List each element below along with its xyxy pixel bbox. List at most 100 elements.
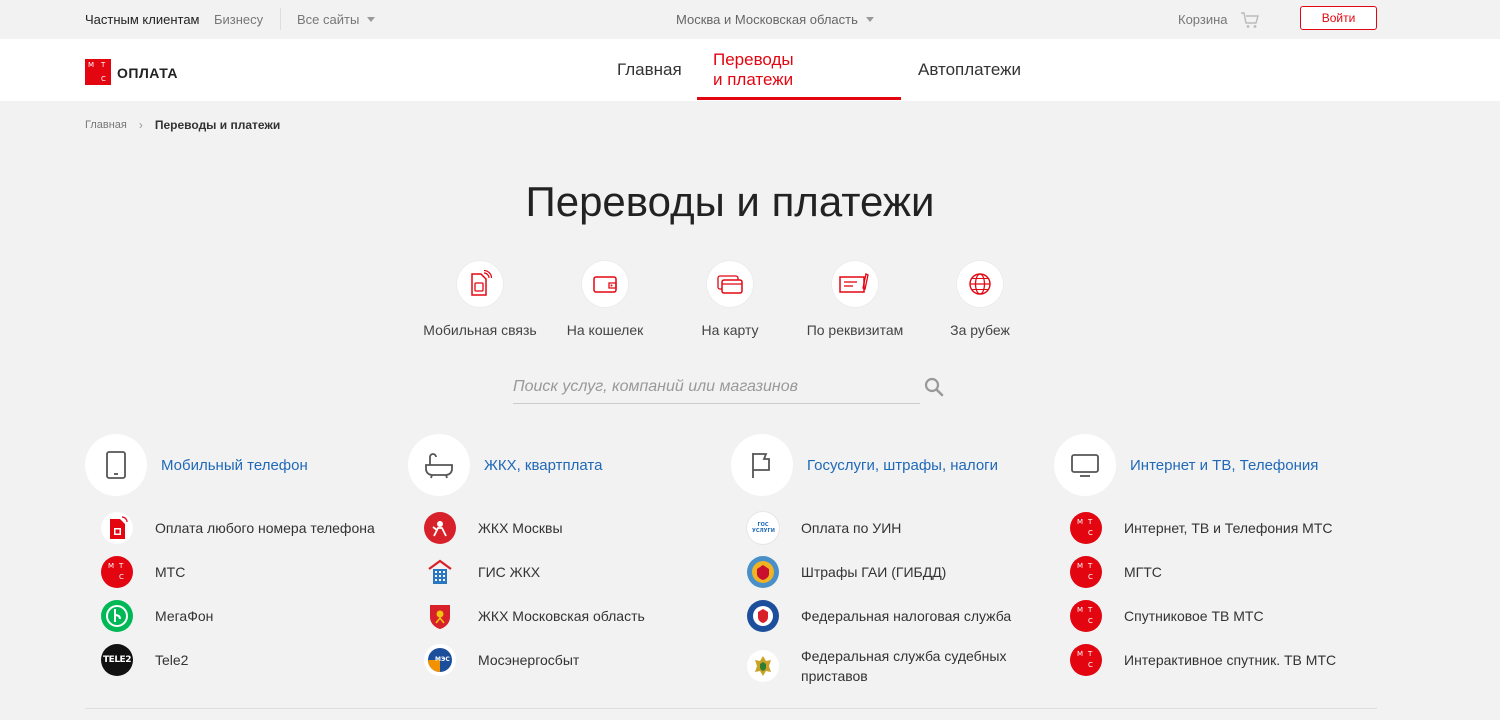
- logo-letter: С: [1088, 573, 1093, 581]
- list-item-label: ЖКХ Московская область: [478, 608, 645, 624]
- search-icon[interactable]: [924, 377, 944, 397]
- nav-item-autopay[interactable]: Автоплатежи: [918, 39, 1021, 101]
- gosuslugi-logo-icon: ГОС УСЛУГИ: [747, 512, 779, 544]
- tele2-logo-text: TELE2: [103, 655, 131, 665]
- category-title: Интернет и ТВ, Телефония: [1130, 456, 1319, 474]
- list-item-label: Интерактивное спутник. ТВ МТС: [1124, 652, 1337, 668]
- region-dropdown[interactable]: Москва и Московская область: [676, 0, 874, 39]
- all-sites-label: Все сайты: [297, 12, 360, 27]
- quick-action-abroad[interactable]: За рубеж: [910, 261, 1050, 338]
- quick-action-circle: [957, 261, 1003, 307]
- list-item[interactable]: Оплата любого номера телефона: [85, 506, 405, 550]
- category-header[interactable]: Мобильный телефон: [85, 434, 405, 496]
- mo-coat-icon: [424, 600, 456, 632]
- logo-letter: М: [1077, 518, 1084, 526]
- login-button[interactable]: Войти: [1300, 6, 1377, 30]
- sim-logo-icon: [101, 512, 133, 544]
- category-header[interactable]: Госуслуги, штрафы, налоги: [731, 434, 1051, 496]
- page-title: Переводы и платежи: [525, 178, 935, 225]
- private-clients-link[interactable]: Частным клиентам: [85, 0, 200, 39]
- logo-letter: М: [88, 61, 95, 69]
- list-item-label: Штрафы ГАИ (ГИБДД): [801, 564, 947, 580]
- region-label: Москва и Московская область: [676, 12, 858, 27]
- logo-letter: С: [1088, 529, 1093, 537]
- all-sites-dropdown[interactable]: Все сайты: [297, 0, 376, 39]
- nav-item-home[interactable]: Главная: [617, 39, 682, 101]
- list-item[interactable]: ЖКХ Московская область: [408, 594, 728, 638]
- list-item[interactable]: М Т С Интерактивное спутник. ТВ МТС: [1054, 638, 1374, 682]
- quick-action-circle: [832, 261, 878, 307]
- logo-letter: Т: [119, 562, 124, 570]
- list-item-label: Tele2: [155, 652, 189, 668]
- gibdd-logo-icon: [747, 556, 779, 588]
- bathtub-icon: [425, 453, 453, 479]
- category-header[interactable]: Интернет и ТВ, Телефония: [1054, 434, 1374, 496]
- logo-letter: Т: [1088, 650, 1093, 658]
- list-item[interactable]: Федеральная служба судебных приставов: [731, 638, 1051, 694]
- list-item[interactable]: МегаФон: [85, 594, 405, 638]
- quick-action-card[interactable]: На карту: [660, 261, 800, 338]
- quick-action-wallet[interactable]: На кошелек: [535, 261, 675, 338]
- list-item[interactable]: ГИС ЖКХ: [408, 550, 728, 594]
- sim-card-icon: [471, 270, 493, 296]
- list-item[interactable]: Штрафы ГАИ (ГИБДД): [731, 550, 1051, 594]
- card-icon: [717, 275, 743, 294]
- cart-link[interactable]: Корзина: [1178, 0, 1260, 39]
- nav-item-transfers[interactable]: Переводы и платежи: [713, 39, 794, 101]
- cart-label: Корзина: [1178, 12, 1228, 27]
- logo-letter: М: [1077, 562, 1084, 570]
- category-utilities: ЖКХ, квартплата ЖКХ Москвы ГИС ЖКХ ЖКХ М…: [408, 434, 728, 682]
- mts-logo-icon: М Т С: [1070, 512, 1102, 544]
- list-item-label: ГИС ЖКХ: [478, 564, 541, 580]
- category-title: Госуслуги, штрафы, налоги: [807, 456, 999, 474]
- list-item[interactable]: МЭС Мосэнергосбыт: [408, 638, 728, 682]
- list-item[interactable]: ЖКХ Москвы: [408, 506, 728, 550]
- category-title: Мобильный телефон: [161, 456, 308, 474]
- breadcrumb-home[interactable]: Главная: [85, 119, 127, 131]
- chevron-down-icon: [865, 17, 874, 22]
- mts-logo-icon: М Т С: [1070, 556, 1102, 588]
- list-item-label: Федеральная налоговая служба: [801, 608, 1012, 624]
- logo-letter: М: [1077, 650, 1084, 658]
- quick-action-circle: [707, 261, 753, 307]
- list-item[interactable]: Федеральная налоговая служба: [731, 594, 1051, 638]
- mosenergo-logo-text: МЭС: [435, 656, 450, 663]
- list-item[interactable]: М Т С МТС: [85, 550, 405, 594]
- quick-action-label: По реквизитам: [806, 322, 904, 338]
- list-item-label: Мосэнергосбыт: [478, 652, 580, 668]
- quick-action-mobile[interactable]: Мобильная связь: [410, 261, 550, 338]
- list-item[interactable]: М Т С Спутниковое ТВ МТС: [1054, 594, 1374, 638]
- cart-icon: [1240, 11, 1259, 28]
- mts-logo-icon: М Т С: [101, 556, 133, 588]
- category-icon-circle: [1054, 434, 1116, 496]
- list-item[interactable]: TELE2 Tele2: [85, 638, 405, 682]
- wallet-icon: [593, 276, 617, 293]
- business-link[interactable]: Бизнесу: [214, 0, 263, 39]
- requisites-icon: [839, 273, 869, 293]
- logo-letter: М: [1077, 606, 1084, 614]
- flag-icon: [752, 453, 770, 478]
- category-icon-circle: [85, 434, 147, 496]
- gis-logo-icon: [424, 556, 456, 588]
- logo-letter: Т: [1088, 562, 1093, 570]
- quick-action-label: За рубеж: [950, 322, 1010, 338]
- list-item-label: Интернет, ТВ и Телефония МТС: [1124, 520, 1333, 536]
- globe-icon: [969, 273, 991, 295]
- list-item[interactable]: М Т С Интернет, ТВ и Телефония МТС: [1054, 506, 1374, 550]
- search-input[interactable]: [513, 372, 920, 402]
- list-item-label: МТС: [155, 564, 186, 580]
- list-item-label: Федеральная служба судебных приставов: [801, 648, 1007, 684]
- mts-logo-icon: М Т С: [1070, 644, 1102, 676]
- logo-letter: Т: [101, 61, 106, 69]
- list-item[interactable]: М Т С МГТС: [1054, 550, 1374, 594]
- mts-logo-icon: М Т С: [1070, 600, 1102, 632]
- quick-action-requisites[interactable]: По реквизитам: [785, 261, 925, 338]
- mts-logo[interactable]: М Т С: [85, 59, 111, 85]
- logo-letter: С: [101, 75, 106, 83]
- logo-text[interactable]: ОПЛАТА: [117, 65, 178, 81]
- top-bar: Частным клиентам Бизнесу Все сайты Москв…: [0, 0, 1500, 39]
- quick-action-label: На карту: [701, 322, 759, 338]
- category-header[interactable]: ЖКХ, квартплата: [408, 434, 728, 496]
- gosuslugi-logo-text: ГОС УСЛУГИ: [752, 522, 775, 534]
- list-item[interactable]: ГОС УСЛУГИ Оплата по УИН: [731, 506, 1051, 550]
